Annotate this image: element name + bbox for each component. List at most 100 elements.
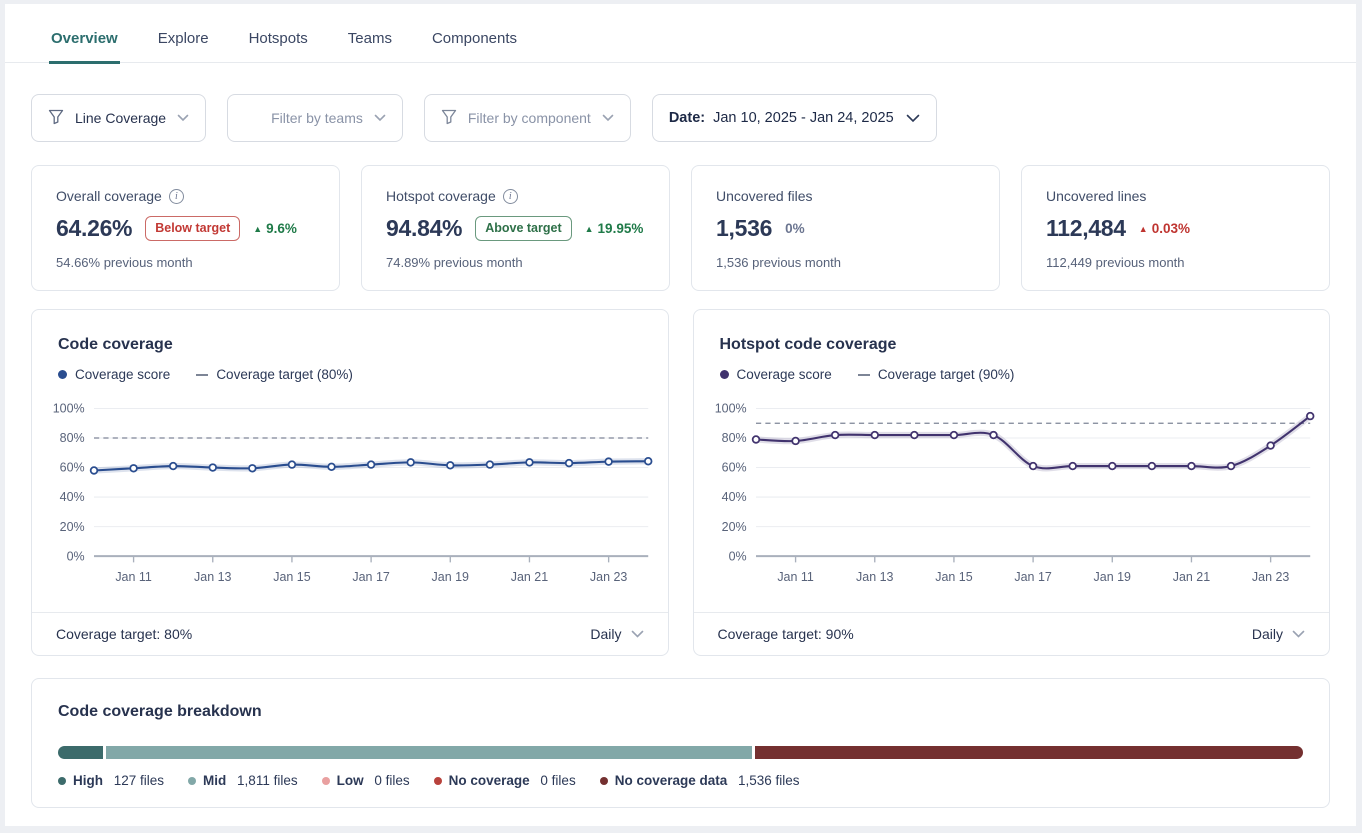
breakdown-segment-mid[interactable] bbox=[106, 746, 752, 759]
code-coverage-breakdown-card: Code coverage breakdown High 127 filesMi… bbox=[31, 678, 1330, 808]
data-point[interactable] bbox=[328, 463, 335, 470]
legend-dot-icon bbox=[58, 777, 66, 785]
data-point[interactable] bbox=[368, 461, 375, 468]
y-tick-label: 80% bbox=[721, 431, 746, 445]
stat-value: 94.84% bbox=[386, 215, 462, 242]
legend-coverage-score: Coverage score bbox=[720, 367, 832, 382]
tab-explore[interactable]: Explore bbox=[156, 26, 211, 64]
breakdown-legend-item: Low 0 files bbox=[322, 773, 410, 788]
coverage-target-text: Coverage target: 90% bbox=[718, 626, 854, 642]
data-point[interactable] bbox=[447, 462, 454, 469]
stat-delta: ▲ 9.6% bbox=[253, 221, 297, 236]
date-value: Jan 10, 2025 - Jan 24, 2025 bbox=[713, 110, 894, 126]
interval-select[interactable]: Daily bbox=[1252, 626, 1305, 642]
data-point[interactable] bbox=[950, 432, 957, 439]
stat-card-uncovered-files: Uncovered files 1,536 0% 1,536 previous … bbox=[691, 165, 1000, 291]
data-point[interactable] bbox=[990, 432, 997, 439]
funnel-icon bbox=[48, 108, 64, 128]
funnel-icon bbox=[441, 108, 457, 128]
data-point[interactable] bbox=[407, 459, 414, 466]
chart-footer: Coverage target: 90% Daily bbox=[694, 612, 1330, 655]
tab-overview[interactable]: Overview bbox=[49, 26, 120, 64]
stat-value: 1,536 bbox=[716, 215, 772, 242]
data-point[interactable] bbox=[1108, 463, 1115, 470]
tab-components[interactable]: Components bbox=[430, 26, 519, 64]
stat-label: Uncovered lines bbox=[1046, 188, 1146, 204]
data-point[interactable] bbox=[170, 463, 177, 470]
stat-cards-row: Overall coverage i 64.26% Below target ▲… bbox=[31, 165, 1330, 291]
info-icon[interactable]: i bbox=[503, 189, 518, 204]
breakdown-segment-no-coverage-data[interactable] bbox=[755, 746, 1303, 759]
info-icon[interactable]: i bbox=[169, 189, 184, 204]
legend-label: Coverage score bbox=[75, 367, 170, 382]
stat-delta: 0% bbox=[785, 221, 805, 236]
metric-filter-dropdown[interactable]: Line Coverage bbox=[31, 94, 206, 142]
legend-dot-icon bbox=[434, 777, 442, 785]
x-tick-label: Jan 19 bbox=[1093, 570, 1131, 584]
x-tick-label: Jan 15 bbox=[935, 570, 973, 584]
breakdown-legend-count: 0 files bbox=[537, 773, 576, 788]
breakdown-title: Code coverage breakdown bbox=[58, 703, 1303, 721]
y-tick-label: 20% bbox=[60, 520, 85, 534]
tab-hotspots[interactable]: Hotspots bbox=[247, 26, 310, 64]
chart-footer: Coverage target: 80% Daily bbox=[32, 612, 668, 655]
data-point[interactable] bbox=[1267, 442, 1274, 449]
date-range-dropdown[interactable]: Date: Jan 10, 2025 - Jan 24, 2025 bbox=[652, 94, 937, 142]
data-point[interactable] bbox=[1029, 463, 1036, 470]
funnel-icon bbox=[244, 108, 260, 128]
breakdown-bar bbox=[58, 746, 1303, 759]
date-label: Date: bbox=[669, 110, 705, 126]
tab-teams[interactable]: Teams bbox=[346, 26, 394, 64]
legend-coverage-target: Coverage target (80%) bbox=[196, 367, 353, 382]
y-tick-label: 80% bbox=[60, 431, 85, 445]
breakdown-legend-count: 1,811 files bbox=[233, 773, 297, 788]
data-point[interactable] bbox=[209, 464, 216, 471]
chevron-down-icon bbox=[631, 630, 644, 639]
data-point[interactable] bbox=[645, 458, 652, 465]
x-tick-label: Jan 11 bbox=[115, 570, 152, 584]
stat-label: Uncovered files bbox=[716, 188, 813, 204]
stat-previous: 112,449 previous month bbox=[1046, 255, 1305, 270]
data-point[interactable] bbox=[566, 460, 573, 467]
data-point[interactable] bbox=[752, 436, 759, 443]
data-point[interactable] bbox=[792, 438, 799, 445]
status-badge: Above target bbox=[475, 216, 571, 241]
legend-label: Coverage score bbox=[737, 367, 832, 382]
component-filter-dropdown[interactable]: Filter by component bbox=[424, 94, 631, 142]
breakdown-legend-count: 1,536 files bbox=[734, 773, 799, 788]
stat-previous: 1,536 previous month bbox=[716, 255, 975, 270]
data-point[interactable] bbox=[1227, 463, 1234, 470]
stat-card-overall-coverage: Overall coverage i 64.26% Below target ▲… bbox=[31, 165, 340, 291]
breakdown-legend-item: No coverage data 1,536 files bbox=[600, 773, 800, 788]
chart-legend: Coverage score Coverage target (80%) bbox=[58, 367, 642, 382]
chart-title: Hotspot code coverage bbox=[720, 336, 1304, 354]
chart-title: Code coverage bbox=[58, 336, 642, 354]
data-point[interactable] bbox=[1306, 413, 1313, 420]
interval-select[interactable]: Daily bbox=[590, 626, 643, 642]
data-point[interactable] bbox=[1188, 463, 1195, 470]
data-point[interactable] bbox=[871, 432, 878, 439]
data-point[interactable] bbox=[1069, 463, 1076, 470]
code-coverage-chart-card: Code coverage Coverage score Coverage ta… bbox=[31, 309, 669, 656]
up-arrow-icon: ▲ bbox=[585, 224, 594, 234]
data-point[interactable] bbox=[487, 461, 494, 468]
data-point[interactable] bbox=[911, 432, 918, 439]
teams-filter-dropdown[interactable]: Filter by teams bbox=[227, 94, 403, 142]
data-point[interactable] bbox=[249, 465, 256, 472]
chevron-down-icon bbox=[177, 114, 189, 122]
data-point[interactable] bbox=[130, 465, 137, 472]
data-point[interactable] bbox=[91, 467, 98, 474]
data-point[interactable] bbox=[605, 458, 612, 465]
legend-label: Coverage target (90%) bbox=[878, 367, 1015, 382]
line-chart: 0%20%40%60%80%100%Jan 11Jan 13Jan 15Jan … bbox=[694, 382, 1330, 612]
x-tick-label: Jan 19 bbox=[432, 570, 470, 584]
breakdown-legend-item: High 127 files bbox=[58, 773, 164, 788]
data-point[interactable] bbox=[831, 432, 838, 439]
x-tick-label: Jan 15 bbox=[273, 570, 311, 584]
filter-bar: Line Coverage Filter by teams Filter by … bbox=[31, 94, 1330, 142]
y-tick-label: 0% bbox=[728, 549, 746, 563]
data-point[interactable] bbox=[526, 459, 533, 466]
breakdown-segment-high[interactable] bbox=[58, 746, 103, 759]
data-point[interactable] bbox=[1148, 463, 1155, 470]
data-point[interactable] bbox=[289, 461, 296, 468]
